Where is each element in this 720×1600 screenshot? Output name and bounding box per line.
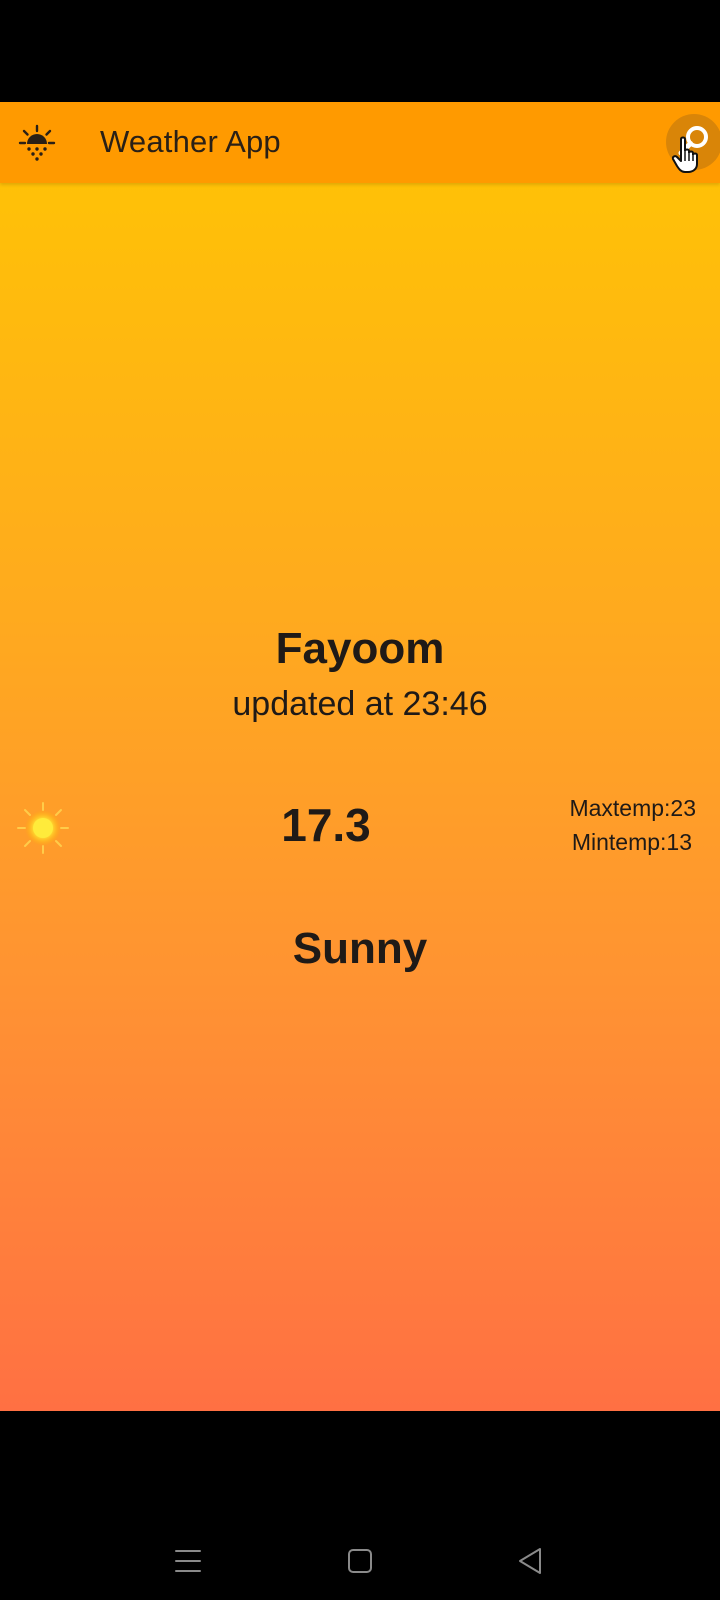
min-temperature: Mintemp:13: [571, 829, 692, 855]
home-icon[interactable]: [340, 1541, 380, 1581]
search-button[interactable]: [666, 114, 720, 170]
system-nav-bar: [0, 1411, 720, 1600]
weather-sun-cloud-icon: [18, 122, 56, 162]
app-title: Weather App: [100, 124, 281, 159]
current-temperature: 17.3: [281, 799, 371, 851]
updated-time: updated at 23:46: [232, 685, 488, 723]
menu-icon[interactable]: [168, 1541, 208, 1581]
max-temperature: Maxtemp:23: [569, 795, 696, 821]
weather-condition: Sunny: [292, 924, 428, 973]
screen: Weather App Fayoom updated at 23:46 17.3…: [0, 0, 720, 1600]
city-name: Fayoom: [275, 624, 445, 673]
app-bar: Weather App: [0, 102, 720, 183]
status-bar: [0, 0, 720, 102]
weather-content: Fayoom updated at 23:46 17.3 Maxtemp:23 …: [0, 183, 720, 1411]
sun-icon: [16, 801, 70, 855]
back-icon[interactable]: [510, 1541, 550, 1581]
